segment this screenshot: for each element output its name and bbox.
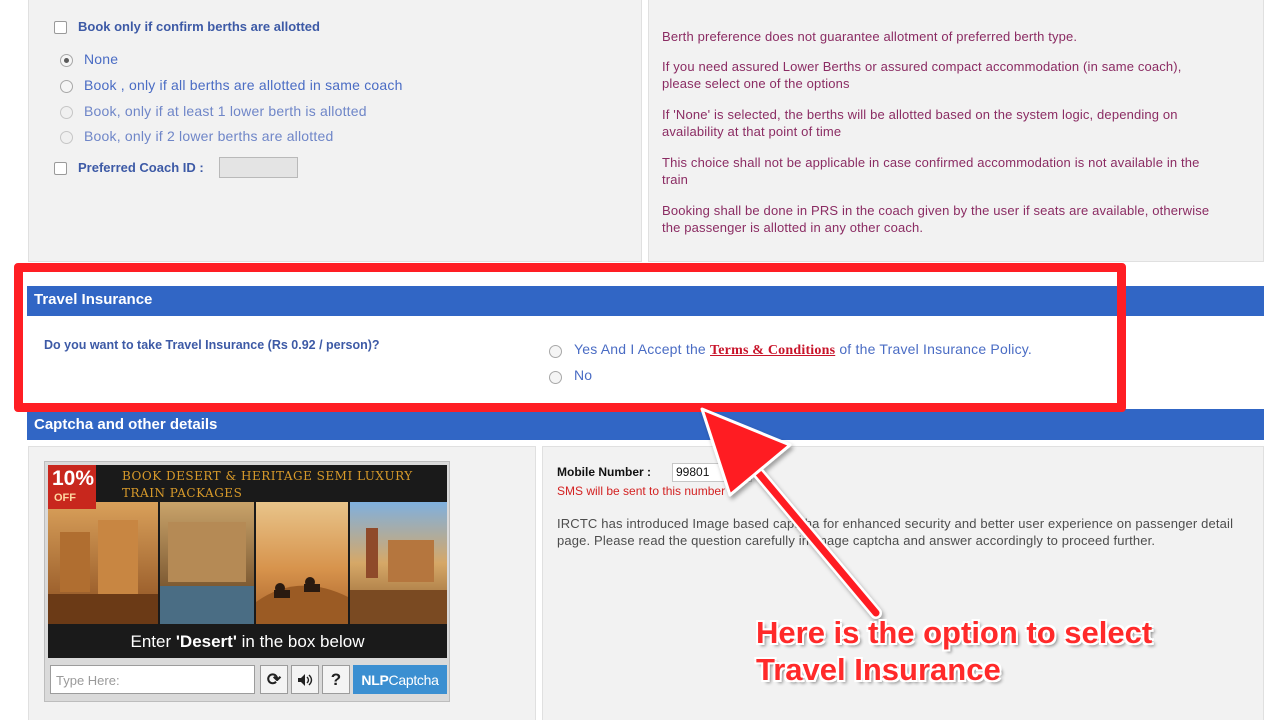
discount-badge-pct: 10% bbox=[52, 467, 95, 490]
captcha-widget: Book Desert & Heritage Semi Luxury Train… bbox=[44, 461, 450, 702]
captcha-ad-banner: Book Desert & Heritage Semi Luxury Train… bbox=[48, 465, 447, 658]
radio-berth-same-coach[interactable] bbox=[60, 80, 73, 93]
speaker-glyph bbox=[298, 673, 313, 686]
audio-icon[interactable] bbox=[291, 665, 319, 694]
confirm-berths-label: Book only if confirm berths are allotted bbox=[78, 19, 320, 34]
radio-berth-none-label: None bbox=[84, 51, 119, 67]
captcha-ad-title-line2: Train packages bbox=[122, 486, 243, 500]
refresh-icon[interactable]: ⟳ bbox=[260, 665, 288, 694]
radio-berth-two-lower[interactable] bbox=[60, 131, 73, 144]
captcha-keyword: 'Desert' bbox=[175, 632, 237, 651]
captcha-instruction-prefix: Enter bbox=[130, 632, 176, 651]
discount-badge: 10% OFF bbox=[48, 465, 96, 509]
radio-berth-two-lower-label: Book, only if 2 lower berths are allotte… bbox=[84, 128, 334, 144]
berth-info-1: Berth preference does not guarantee allo… bbox=[662, 29, 1078, 44]
radio-berth-same-coach-label: Book , only if all berths are allotted i… bbox=[84, 77, 403, 93]
captcha-ad-photos bbox=[48, 502, 447, 624]
annotation-line-2: Travel Insurance bbox=[756, 652, 1001, 687]
radio-berth-one-lower[interactable] bbox=[60, 106, 73, 119]
berth-info-2: If you need assured Lower Berths or assu… bbox=[662, 59, 1182, 91]
nlpcaptcha-logo-captcha: Captcha bbox=[388, 671, 439, 688]
captcha-info-text: IRCTC has introduced Image based captcha… bbox=[557, 516, 1234, 548]
annotation-arrow bbox=[700, 407, 882, 619]
travel-insurance-highlight bbox=[14, 263, 1126, 412]
radio-berth-one-lower-label: Book, only if at least 1 lower berth is … bbox=[84, 103, 367, 119]
nlpcaptcha-logo-nlp: NLP bbox=[361, 671, 389, 688]
captcha-instruction: Enter 'Desert' in the box below bbox=[48, 625, 447, 658]
captcha-instruction-suffix: in the box below bbox=[236, 632, 365, 651]
preferred-coach-input[interactable] bbox=[219, 157, 298, 178]
berth-info-5: Booking shall be done in PRS in the coac… bbox=[662, 203, 1210, 235]
confirm-berths-checkbox[interactable] bbox=[54, 21, 67, 34]
nlpcaptcha-logo: NLP Captcha bbox=[353, 665, 447, 694]
discount-badge-off: OFF bbox=[54, 492, 76, 504]
captcha-section-header: Captcha and other details bbox=[27, 409, 1264, 440]
captcha-ad-title-line1: Book Desert & Heritage Semi Luxury bbox=[122, 469, 413, 483]
radio-berth-none[interactable] bbox=[60, 54, 73, 67]
berth-info-3: If 'None' is selected, the berths will b… bbox=[662, 107, 1178, 139]
annotation-line-1: Here is the option to select bbox=[756, 615, 1153, 650]
preferred-coach-checkbox[interactable] bbox=[54, 162, 67, 175]
berth-info-4: This choice shall not be applicable in c… bbox=[662, 155, 1200, 187]
captcha-ad-title: Book Desert & Heritage Semi Luxury Train… bbox=[122, 468, 413, 502]
help-icon[interactable]: ? bbox=[322, 665, 350, 694]
captcha-answer-input[interactable]: Type Here: bbox=[50, 665, 255, 694]
preferred-coach-label: Preferred Coach ID : bbox=[78, 160, 204, 175]
mobile-number-label: Mobile Number : bbox=[557, 465, 652, 479]
